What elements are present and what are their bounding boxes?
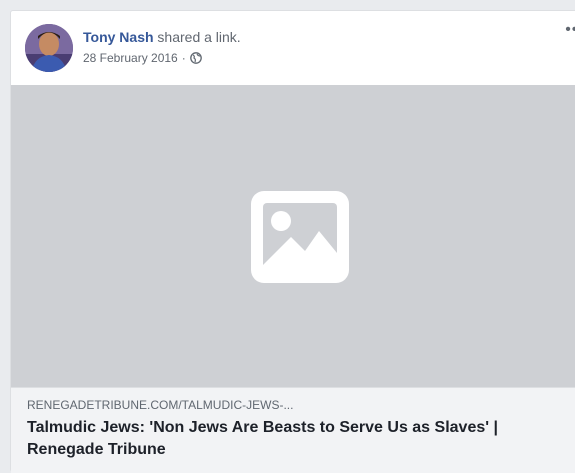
meta-separator: · <box>181 51 186 65</box>
link-preview[interactable]: RENEGADETRIBUNE.COM/TALMUDIC-JEWS-... Ta… <box>11 387 575 473</box>
post-header: Tony Nash shared a link. 28 February 201… <box>11 11 575 87</box>
post-meta: 28 February 2016 · <box>83 51 202 65</box>
globe-icon[interactable] <box>189 52 202 64</box>
more-options-button[interactable]: ••• <box>565 22 575 38</box>
avatar[interactable] <box>25 24 73 72</box>
image-placeholder-icon <box>251 191 349 283</box>
avatar-photo <box>25 24 73 72</box>
post-action-text: shared a link. <box>153 29 241 45</box>
link-title[interactable]: Talmudic Jews: 'Non Jews Are Beasts to S… <box>27 417 575 461</box>
link-domain: RENEGADETRIBUNE.COM/TALMUDIC-JEWS-... <box>27 398 294 412</box>
link-image-area[interactable] <box>11 85 575 387</box>
post-date[interactable]: 28 February 2016 <box>83 51 178 65</box>
post-card: Tony Nash shared a link. 28 February 201… <box>10 10 575 473</box>
author-name-link[interactable]: Tony Nash <box>83 29 154 45</box>
author-line: Tony Nash shared a link. <box>83 29 241 45</box>
